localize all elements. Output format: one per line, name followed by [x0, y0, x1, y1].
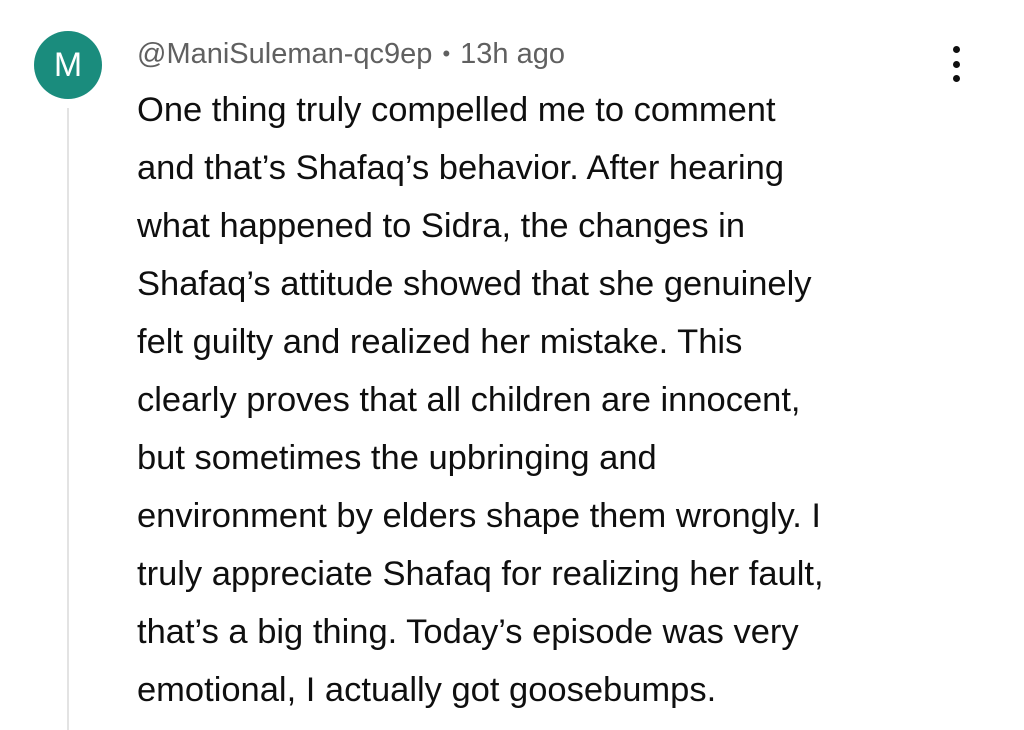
kebab-dot	[952, 60, 960, 68]
comment-header: @ManiSuleman-qc9ep • 13h ago	[137, 34, 565, 74]
comment-text-line: and that’s Shafaq’s behavior. After hear…	[137, 149, 785, 187]
avatar[interactable]: M	[34, 31, 102, 99]
comment-text-line: felt guilty and realized her mistake. Th…	[137, 323, 743, 361]
meta-separator: •	[442, 41, 451, 66]
comment-text-line: emotional, I actually got goosebumps.	[137, 671, 717, 709]
comment-card: M @ManiSuleman-qc9ep • 13h ago One thing…	[0, 0, 1024, 730]
comment-text-line: truly appreciate Shafaq for realizing he…	[137, 555, 824, 593]
comment-text-line: clearly proves that all children are inn…	[137, 381, 801, 419]
comment-text-line: that’s a big thing. Today’s episode was …	[137, 613, 799, 651]
more-vert-icon[interactable]	[938, 42, 974, 86]
comment-text-line: Shafaq’s attitude showed that she genuin…	[137, 265, 812, 303]
comment-text-line: environment by elders shape them wrongly…	[137, 497, 821, 535]
comment-text-line: but sometimes the upbringing and	[137, 439, 657, 477]
thread-line	[67, 108, 69, 730]
comment-timestamp: 13h ago	[460, 37, 565, 70]
comment-text: One thing truly compelled me to comment …	[137, 81, 997, 719]
comment-text-line: what happened to Sidra, the changes in	[137, 207, 746, 245]
kebab-dot	[952, 46, 960, 53]
author-handle[interactable]: @ManiSuleman-qc9ep	[137, 38, 432, 71]
comment-text-line: One thing truly compelled me to comment	[137, 91, 776, 129]
